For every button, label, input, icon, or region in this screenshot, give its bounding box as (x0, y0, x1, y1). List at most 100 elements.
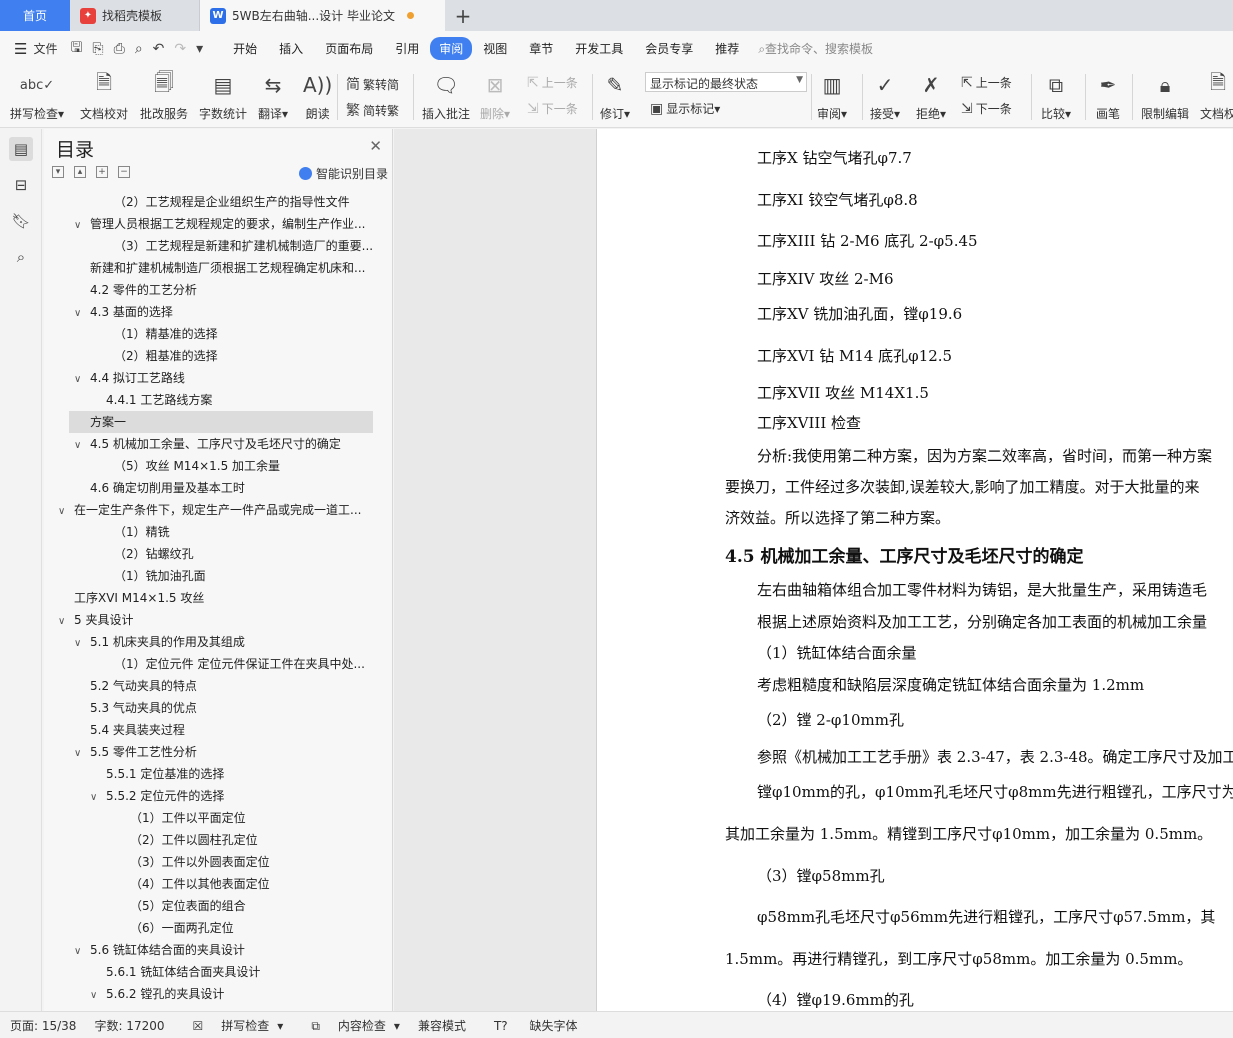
toc-item[interactable]: （3）工艺规程是新建和扩建机械制造厂的重要... (114, 235, 373, 257)
expand-all-icon[interactable]: ▾ (52, 166, 64, 178)
toc-item[interactable]: （5）定位表面的组合 (130, 895, 246, 917)
command-search[interactable]: ⌕查找命令、搜索模板 (758, 40, 873, 57)
prev-comment-button[interactable]: ⇱ 上一条 (527, 74, 578, 91)
toc-item[interactable]: （1）精铣 (114, 521, 170, 543)
toc-item[interactable]: ∨ 5.1 机床夹具的作用及其组成 (74, 631, 245, 653)
content-check[interactable]: ⧉ 内容检查 ▾ (301, 1017, 400, 1034)
chevron-down-icon[interactable]: ∨ (58, 501, 74, 521)
toc-item[interactable]: 5.3 气动夹具的优点 (90, 697, 197, 719)
toc-item[interactable]: ∨ 5.5 零件工艺性分析 (74, 741, 197, 763)
chevron-down-icon[interactable]: ∨ (58, 611, 74, 631)
more-icon[interactable]: ▾ (191, 41, 208, 57)
toc-item[interactable]: （1）工件以平面定位 (130, 807, 246, 829)
batch-service-button[interactable]: 🗐 批改服务 (140, 70, 188, 122)
toc-item[interactable]: 5.4 夹具装夹过程 (90, 719, 185, 741)
track-changes-button[interactable]: ✎ 修订▾ (600, 70, 630, 122)
menu-member[interactable]: 会员专享 (634, 40, 704, 57)
toc-item[interactable]: （4）工件以其他表面定位 (130, 873, 270, 895)
toc-item[interactable]: （1）铣加油孔面 (114, 565, 206, 587)
toc-item[interactable]: 工序XVI M14×1.5 攻丝 (74, 587, 204, 609)
toc-item[interactable]: （2）工件以圆柱孔定位 (130, 829, 258, 851)
review-pane-button[interactable]: ▥ 审阅▾ (817, 70, 847, 122)
menu-chapter[interactable]: 章节 (518, 40, 564, 57)
toc-item[interactable]: 4.2 零件的工艺分析 (90, 279, 197, 301)
menu-reference[interactable]: 引用 (384, 40, 430, 57)
print-icon[interactable]: ⎙ (109, 41, 130, 57)
preview-icon[interactable]: ⌕ (130, 41, 148, 57)
toc-item[interactable]: （3）工件以外圆表面定位 (130, 851, 270, 873)
toc-item[interactable]: （1）精基准的选择 (114, 323, 218, 345)
accept-button[interactable]: ✓ 接受▾ (870, 70, 900, 122)
toc-item[interactable]: （2）工艺规程是企业组织生产的指导性文件 (114, 191, 350, 213)
simp-to-trad-button[interactable]: 繁简转繁 (346, 100, 399, 120)
chevron-down-icon[interactable]: ∨ (74, 633, 90, 653)
insert-comment-button[interactable]: 🗨 插入批注 (422, 70, 470, 122)
toc-item[interactable]: 方案一 (90, 411, 126, 433)
menu-recommend[interactable]: 推荐 (704, 40, 750, 57)
menu-layout[interactable]: 页面布局 (314, 40, 384, 57)
close-icon[interactable]: ✕ (369, 137, 382, 155)
menu-view[interactable]: 视图 (472, 40, 518, 57)
collapse-up-icon[interactable]: ▴ (74, 166, 86, 178)
add-heading-icon[interactable]: + (96, 166, 108, 178)
toc-item[interactable]: （6）一面两孔定位 (130, 917, 234, 939)
chevron-down-icon[interactable]: ∨ (90, 787, 106, 807)
toc-item[interactable]: 4.6 确定切削用量及基本工时 (90, 477, 245, 499)
toc-item[interactable]: （2）钻螺纹孔 (114, 543, 194, 565)
chevron-down-icon[interactable]: ∨ (90, 985, 106, 1005)
missing-font[interactable]: T? 缺失字体 (484, 1017, 586, 1034)
restrict-edit-button[interactable]: 🔒︎ 限制编辑 (1141, 70, 1189, 122)
save-icon[interactable]: 🖫 (65, 37, 87, 61)
chevron-down-icon[interactable]: ∨ (74, 215, 90, 235)
toc-item[interactable]: ∨ 4.3 基面的选择 (74, 301, 173, 323)
spell-check-button[interactable]: abc✓ 拼写检查▾ (10, 70, 64, 122)
toc-item[interactable]: ∨ 4.4 拟订工艺路线 (74, 367, 185, 389)
translate-button[interactable]: ⇆ 翻译▾ (258, 70, 288, 122)
page-indicator[interactable]: 页面: 15/38 (10, 1017, 76, 1034)
tab-home[interactable]: 首页 (0, 0, 70, 31)
document-page[interactable]: 工序X 钻空气堵孔φ7.7 工序XI 铰空气堵孔φ8.8 工序XIII 钻 2-M6… (596, 129, 1233, 1011)
delete-comment-button[interactable]: ⊠ 删除▾ (480, 70, 510, 122)
new-tab-icon[interactable]: + (445, 0, 481, 31)
chevron-down-icon[interactable]: ∨ (74, 303, 90, 323)
prev-change-button[interactable]: ⇱ 上一条 (961, 74, 1012, 91)
toc-item[interactable]: ∨ 管理人员根据工艺规程规定的要求，编制生产作业... (74, 213, 365, 235)
toc-item[interactable]: ∨ 在一定生产条件下，规定生产一件产品或完成一道工... (58, 499, 361, 521)
menu-devtools[interactable]: 开发工具 (564, 40, 634, 57)
word-count-button[interactable]: ▤ 字数统计 (199, 70, 247, 122)
search-icon[interactable]: ⌕ (9, 245, 33, 269)
reject-button[interactable]: ✗ 拒绝▾ (916, 70, 946, 122)
toc-item[interactable]: 5.2 气动夹具的特点 (90, 675, 197, 697)
show-marks-button[interactable]: ▣ 显示标记 ▾ (650, 100, 720, 117)
toc-item[interactable]: 5.6.1 铣缸体结合面夹具设计 (106, 961, 260, 983)
redo-icon[interactable]: ↷ (169, 41, 191, 57)
toc-item[interactable]: ∨ 5 夹具设计 (58, 609, 133, 631)
status-spell-check[interactable]: ☒ 拼写检查 ▾ (183, 1017, 284, 1034)
trad-to-simp-button[interactable]: 简繁转简 (346, 74, 399, 94)
toc-item[interactable]: （2）粗基准的选择 (114, 345, 218, 367)
menu-insert[interactable]: 插入 (268, 40, 314, 57)
tab-template[interactable]: ✦ 找稻壳模板 (70, 0, 200, 31)
compare-button[interactable]: ⧉ 比较▾ (1041, 70, 1071, 122)
undo-icon[interactable]: ↶ (148, 41, 170, 57)
smart-toc-button[interactable]: 智能识别目录 (298, 165, 388, 182)
chevron-down-icon[interactable]: ∨ (74, 369, 90, 389)
chapter-nav-icon[interactable]: ⊟ (9, 173, 33, 197)
doc-proof-button[interactable]: 🗎 文档校对 (80, 70, 128, 122)
next-change-button[interactable]: ⇲ 下一条 (961, 100, 1012, 117)
toc-item[interactable]: 新建和扩建机械制造厂须根据工艺规程确定机床和... (90, 257, 365, 279)
read-aloud-button[interactable]: A)) 朗读 (303, 70, 332, 122)
chevron-down-icon[interactable]: ∨ (74, 435, 90, 455)
word-count[interactable]: 字数: 17200 (94, 1017, 164, 1034)
file-menu-button[interactable]: ☰ 文件 (0, 40, 65, 58)
toc-item[interactable]: 5.5.1 定位基准的选择 (106, 763, 224, 785)
toc-item[interactable]: ∨ 5.6.2 镗孔的夹具设计 (90, 983, 224, 1005)
toc-item[interactable]: 4.4.1 工艺路线方案 (106, 389, 212, 411)
remove-heading-icon[interactable]: − (118, 166, 130, 178)
markup-display-select[interactable]: 显示标记的最终状态 ▼ (645, 72, 807, 92)
next-comment-button[interactable]: ⇲ 下一条 (527, 100, 578, 117)
toc-panel-icon[interactable]: ▤ (9, 137, 33, 161)
toc-item[interactable]: ∨ 5.5.2 定位元件的选择 (90, 785, 224, 807)
toc-item[interactable]: （5）攻丝 M14×1.5 加工余量 (114, 455, 280, 477)
pen-button[interactable]: ✒ 画笔 (1096, 70, 1120, 122)
